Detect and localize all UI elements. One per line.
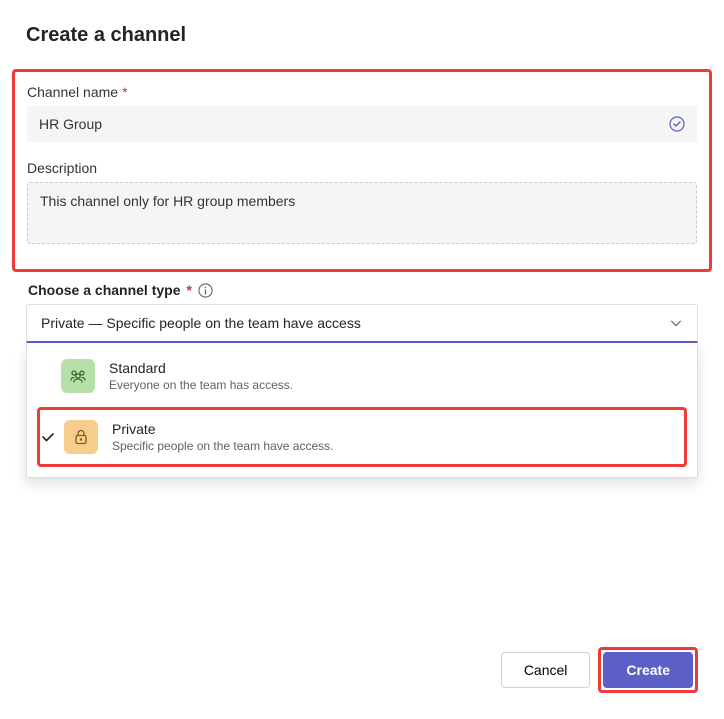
channel-type-option-standard[interactable]: Standard Everyone on the team has access…: [27, 351, 697, 401]
check-circle-icon: [669, 116, 685, 132]
option-subtitle: Everyone on the team has access.: [109, 378, 293, 392]
option-title: Standard: [109, 360, 293, 378]
channel-type-options-panel: Standard Everyone on the team has access…: [26, 343, 698, 478]
option-title: Private: [112, 421, 333, 439]
highlight-name-description: Channel name * Description This channel …: [12, 69, 712, 272]
dialog-title: Create a channel: [26, 24, 698, 47]
option-subtitle: Specific people on the team have access.: [112, 439, 333, 453]
required-asterisk: *: [186, 282, 191, 298]
dialog-footer: Cancel Create: [501, 647, 698, 693]
cancel-button[interactable]: Cancel: [501, 652, 591, 688]
channel-name-input[interactable]: [27, 106, 697, 142]
chevron-down-icon: [669, 316, 683, 330]
lock-icon: [64, 420, 98, 454]
required-asterisk: *: [122, 84, 127, 100]
create-button[interactable]: Create: [603, 652, 693, 688]
channel-type-option-private[interactable]: Private Specific people on the team have…: [40, 412, 684, 462]
channel-type-label: Choose a channel type *: [28, 282, 698, 298]
info-icon[interactable]: [198, 283, 213, 298]
highlight-create-button: Create: [598, 647, 698, 693]
people-icon: [61, 359, 95, 393]
channel-name-label: Channel name *: [27, 84, 697, 100]
description-label: Description: [27, 160, 697, 176]
checkmark-icon: [40, 429, 56, 445]
description-input[interactable]: This channel only for HR group members: [27, 182, 697, 244]
channel-type-dropdown[interactable]: Private — Specific people on the team ha…: [26, 304, 698, 343]
channel-type-selected: Private — Specific people on the team ha…: [41, 315, 361, 331]
create-channel-dialog: Create a channel Channel name * Descript…: [0, 0, 724, 502]
highlight-private-option: Private Specific people on the team have…: [37, 407, 687, 467]
